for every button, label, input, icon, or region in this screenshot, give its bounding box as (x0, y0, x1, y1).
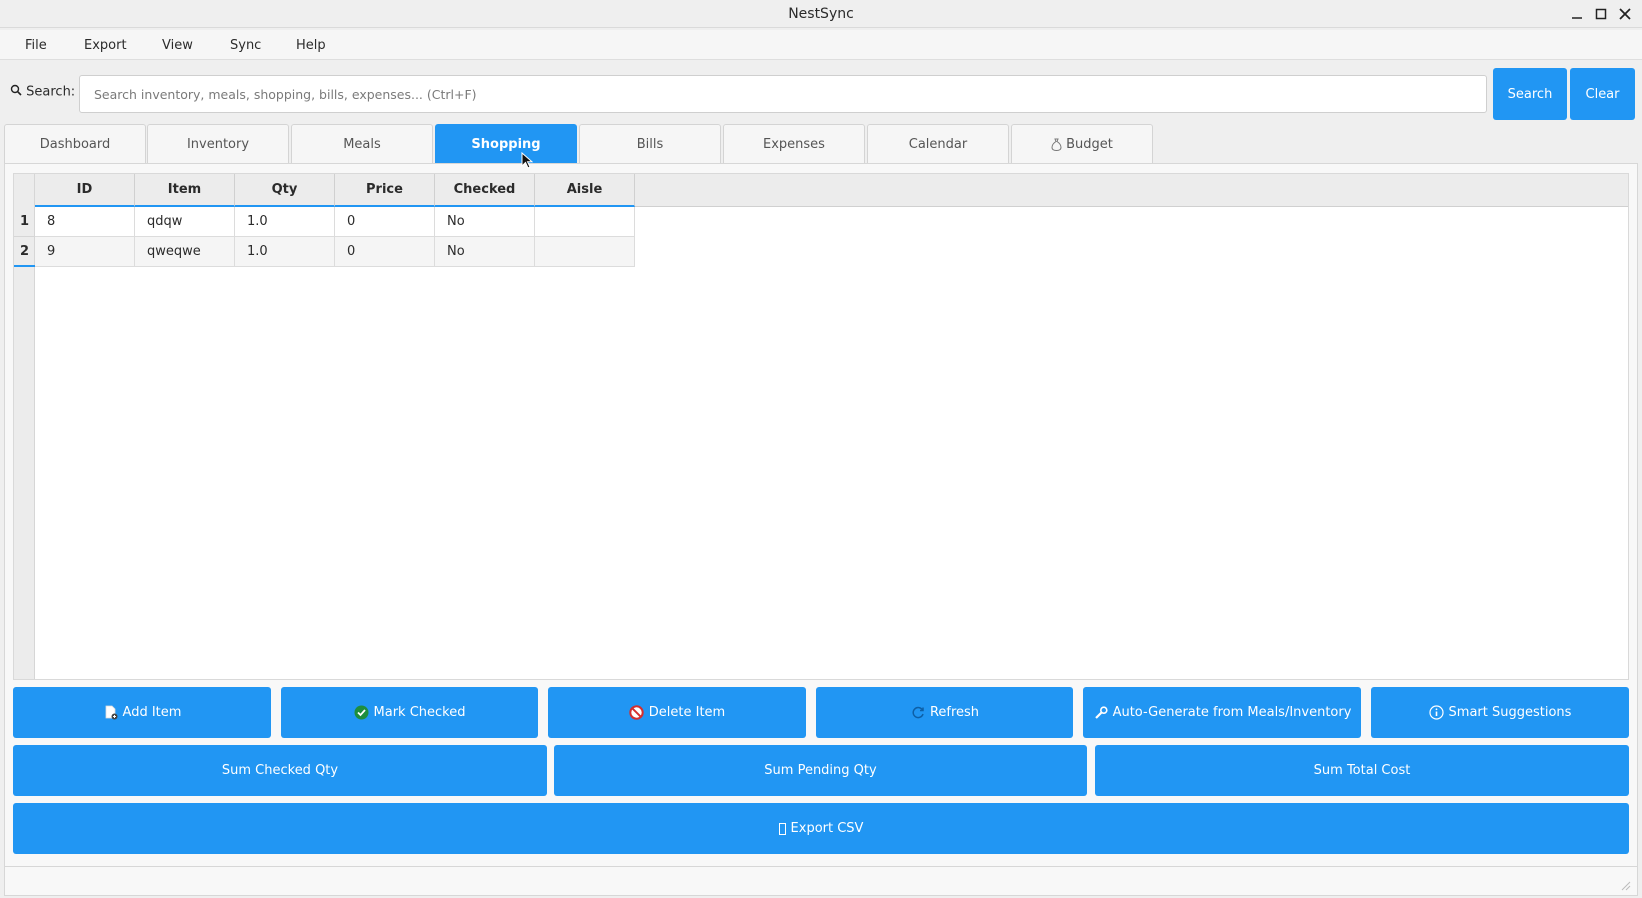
minimize-icon[interactable] (1567, 4, 1587, 24)
tab-inventory[interactable]: Inventory (147, 124, 289, 164)
tab-label: Meals (343, 137, 381, 152)
menu-export[interactable]: Export (84, 38, 127, 53)
table-cell-id[interactable]: 8 (35, 207, 135, 237)
table-cell-qty[interactable]: 1.0 (235, 207, 335, 237)
tab-label: Budget (1066, 137, 1113, 152)
table-cell-item[interactable]: qdqw (135, 207, 235, 237)
column-header-item[interactable]: Item (135, 174, 235, 207)
maximize-icon[interactable] (1591, 4, 1611, 24)
tab-dashboard[interactable]: Dashboard (4, 124, 146, 164)
search-label: Search: (10, 84, 75, 100)
info-icon (1429, 705, 1445, 721)
sum-pending-qty-button[interactable]: Sum Pending Qty (554, 745, 1087, 796)
clear-button[interactable]: Clear (1570, 68, 1635, 120)
smart-suggestions-button[interactable]: Smart Suggestions (1371, 687, 1629, 738)
column-header-checked[interactable]: Checked (435, 174, 535, 207)
tab-expenses[interactable]: Expenses (723, 124, 865, 164)
menu-help[interactable]: Help (296, 38, 326, 53)
menu-file[interactable]: File (25, 38, 47, 53)
export-csv-label: Export CSV (790, 821, 864, 836)
table-cell-checked[interactable]: No (435, 237, 535, 267)
tab-label: Dashboard (39, 137, 111, 152)
search-label-text: Search: (26, 84, 76, 100)
search-button[interactable]: Search (1493, 68, 1567, 120)
table-cell-price[interactable]: 0 (335, 207, 435, 237)
refresh-label: Refresh (929, 705, 980, 720)
add-item-label: Add Item (122, 705, 182, 720)
sum-checked-qty-button[interactable]: Sum Checked Qty (13, 745, 547, 796)
delete-item-button[interactable]: Delete Item (548, 687, 806, 738)
search-input[interactable] (79, 75, 1487, 113)
column-header-qty[interactable]: Qty (235, 174, 335, 207)
table-cell-checked[interactable]: No (435, 207, 535, 237)
tab-budget[interactable]: Budget (1011, 124, 1153, 164)
shopping-table[interactable]: ID Item Qty Price Checked Aisle 1 2 8 qd… (13, 173, 1629, 680)
tab-label: Inventory (186, 137, 250, 152)
table-cell-id[interactable]: 9 (35, 237, 135, 267)
tab-bills[interactable]: Bills (579, 124, 721, 164)
tab-meals[interactable]: Meals (291, 124, 433, 164)
table-cell-price[interactable]: 0 (335, 237, 435, 267)
refresh-icon (910, 705, 926, 721)
add-item-button[interactable]: Add Item (13, 687, 271, 738)
table-cell-item[interactable]: qweqwe (135, 237, 235, 267)
check-circle-icon (354, 705, 370, 721)
title-bar: NestSync (0, 0, 1642, 28)
table-cell-qty[interactable]: 1.0 (235, 237, 335, 267)
wrench-icon (1093, 705, 1109, 721)
delete-item-label: Delete Item (648, 705, 726, 720)
sum-total-cost-button[interactable]: Sum Total Cost (1095, 745, 1629, 796)
table-cell-aisle[interactable] (535, 207, 635, 237)
export-csv-button[interactable]: Export CSV (13, 803, 1629, 854)
mouse-cursor-icon (521, 151, 534, 174)
tab-shopping[interactable]: Shopping (435, 124, 577, 164)
smart-suggestions-label: Smart Suggestions (1448, 705, 1572, 720)
row-number[interactable]: 1 (14, 207, 35, 237)
tab-calendar[interactable]: Calendar (867, 124, 1009, 164)
auto-generate-label: Auto-Generate from Meals/Inventory (1112, 705, 1352, 720)
tab-label: Bills (636, 137, 664, 152)
money-bag-icon (1051, 138, 1062, 151)
mark-checked-button[interactable]: Mark Checked (281, 687, 538, 738)
column-header-price[interactable]: Price (335, 174, 435, 207)
close-icon[interactable] (1615, 4, 1635, 24)
resize-grip-icon[interactable] (1619, 879, 1631, 891)
auto-generate-button[interactable]: Auto-Generate from Meals/Inventory (1083, 687, 1361, 738)
tab-label: Calendar (908, 137, 968, 152)
menu-sync[interactable]: Sync (230, 38, 261, 53)
row-number[interactable]: 2 (14, 237, 35, 267)
mark-checked-label: Mark Checked (373, 705, 466, 720)
column-header-id[interactable]: ID (35, 174, 135, 207)
status-bar (4, 866, 1638, 896)
export-icon (779, 821, 787, 837)
menu-bar: File Export View Sync Help (0, 30, 1642, 60)
refresh-button[interactable]: Refresh (816, 687, 1073, 738)
table-cell-aisle[interactable] (535, 237, 635, 267)
menu-view[interactable]: View (162, 38, 193, 53)
window-title: NestSync (788, 6, 854, 22)
tab-label: Shopping (471, 137, 541, 152)
prohibited-icon (629, 705, 645, 721)
column-header-aisle[interactable]: Aisle (535, 174, 635, 207)
search-icon (10, 84, 22, 100)
tab-label: Expenses (763, 137, 825, 152)
document-add-icon (103, 705, 119, 721)
